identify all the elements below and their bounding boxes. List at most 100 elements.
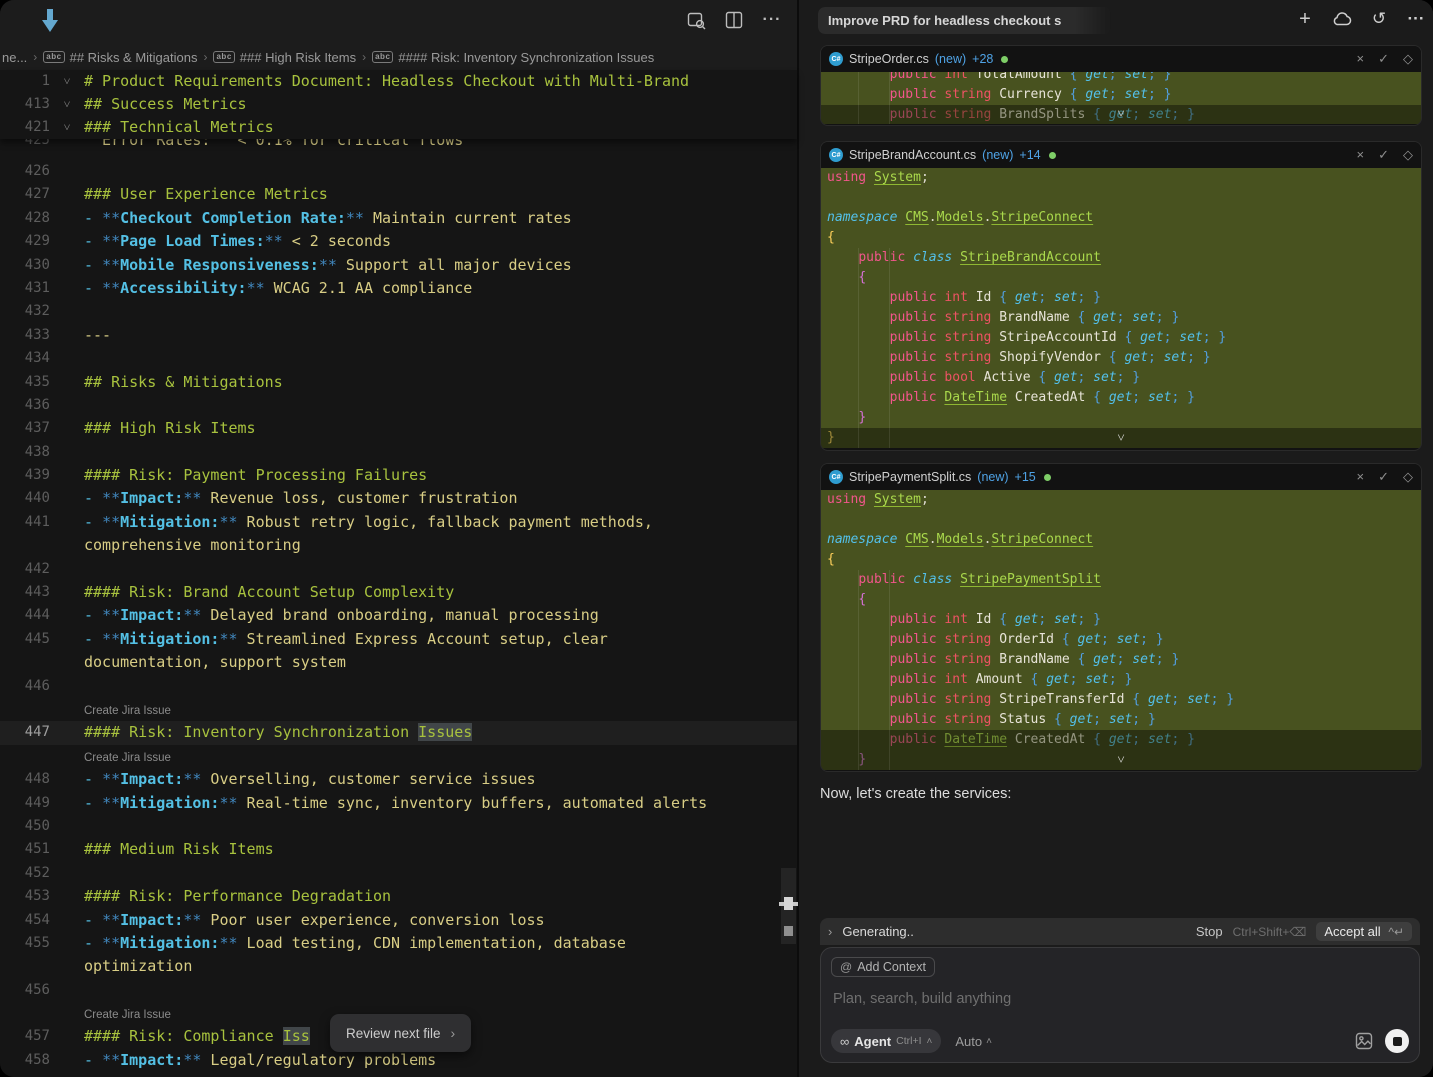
breadcrumb[interactable]: ne... › abc## Risks & Mitigations › abc### H…	[0, 44, 799, 70]
fold-gutter	[50, 721, 84, 744]
line-number: 430	[0, 254, 50, 277]
history-icon[interactable]: ↺	[1368, 8, 1390, 30]
line-number: 440	[0, 487, 50, 510]
line-number	[0, 534, 50, 557]
breadcrumb-item[interactable]: abc## Risks & Mitigations	[43, 50, 197, 65]
editor-line: 426	[0, 160, 797, 183]
split-editor-icon[interactable]	[723, 9, 745, 31]
stop-shortcut: Ctrl+Shift+⌫	[1233, 925, 1307, 939]
navigate-diff-icon[interactable]: ◇	[1403, 51, 1413, 67]
assistant-message: Now, let's create the services:	[820, 786, 1011, 802]
chat-topbar: Improve PRD for headless checkout s + ↺ …	[799, 0, 1433, 40]
fold-gutter	[50, 581, 84, 604]
model-selector[interactable]: Auto ˄	[955, 1034, 992, 1049]
agent-mode-selector[interactable]: ∞ Agent Ctrl+I ˄	[831, 1029, 941, 1053]
fold-gutter	[50, 815, 84, 838]
attach-image-icon[interactable]	[1355, 1032, 1373, 1050]
chat-input-box[interactable]: @ Add Context Plan, search, build anythi…	[820, 947, 1420, 1063]
expand-diff-icon[interactable]: ˅	[1117, 752, 1124, 770]
breadcrumb-label: ## Risks & Mitigations	[70, 50, 198, 65]
accept-file-icon[interactable]: ✓	[1378, 147, 1389, 163]
chat-input-placeholder[interactable]: Plan, search, build anything	[833, 991, 1011, 1007]
file-name[interactable]: StripeBrandAccount.cs	[849, 148, 976, 162]
editor-line: 413˅## Success Metrics	[0, 93, 797, 116]
fold-gutter	[50, 792, 84, 815]
code-line: public int Id { get; set; }	[821, 610, 1421, 630]
file-name[interactable]: StripeOrder.cs	[849, 52, 929, 66]
chevron-up-icon: ˄	[986, 1036, 992, 1047]
infinity-icon: ∞	[840, 1034, 849, 1049]
fold-chevron-icon[interactable]: ˅	[50, 70, 84, 93]
fold-gutter	[50, 1002, 84, 1025]
chat-more-icon[interactable]: ···	[1405, 8, 1427, 30]
breadcrumb-label: #### Risk: Inventory Synchronization Iss…	[398, 50, 654, 65]
diff-card-StripePaymentSplit.cs: C#StripePaymentSplit.cs(new)+15×✓◇using …	[820, 463, 1422, 772]
sticky-scroll-headers[interactable]: 1˅# Product Requirements Document: Headl…	[0, 70, 797, 139]
code-line: public class StripeBrandAccount	[821, 248, 1421, 268]
stop-square-icon	[1393, 1037, 1402, 1046]
line-number: 455	[0, 932, 50, 955]
fold-gutter	[50, 441, 84, 464]
stop-generation-button[interactable]	[1385, 1029, 1409, 1053]
codelens-row[interactable]: Create Jira Issue	[0, 698, 797, 721]
new-file-badge: (new)	[982, 148, 1013, 162]
breadcrumb-item[interactable]: abc#### Risk: Inventory Synchronization …	[372, 50, 654, 65]
code-line: public string Status { get; set; }	[821, 710, 1421, 730]
navigate-diff-icon[interactable]: ◇	[1403, 147, 1413, 163]
editor-line: 445- **Mitigation:** Streamlined Express…	[0, 628, 797, 651]
diff-code-body[interactable]: using System;namespace CMS.Models.Stripe…	[821, 490, 1421, 770]
fold-chevron-icon[interactable]: ˅	[50, 116, 84, 139]
navigate-diff-icon[interactable]: ◇	[1403, 469, 1413, 485]
line-number	[0, 698, 50, 721]
accept-all-button[interactable]: Accept all ^↵	[1316, 922, 1412, 941]
codelens-row[interactable]: Create Jira Issue	[0, 745, 797, 768]
expand-diff-icon[interactable]: ˅	[1117, 430, 1124, 448]
scrollbar-knob[interactable]	[784, 897, 793, 910]
fold-gutter	[50, 955, 84, 978]
editor-line: 435## Risks & Mitigations	[0, 371, 797, 394]
line-number	[0, 651, 50, 674]
generating-label: Generating..	[842, 924, 914, 939]
added-lines-count: +14	[1019, 148, 1040, 162]
chevron-right-icon: ›	[451, 1025, 456, 1041]
open-preview-icon[interactable]	[685, 9, 707, 31]
breadcrumb-separator: ›	[203, 50, 207, 64]
expand-status-icon[interactable]: ›	[828, 924, 832, 939]
reject-file-icon[interactable]: ×	[1357, 147, 1365, 163]
line-number: 444	[0, 604, 50, 627]
chat-tab-title[interactable]: Improve PRD for headless checkout s	[818, 7, 1111, 34]
accept-all-label: Accept all	[1324, 924, 1380, 939]
editor-line: 434	[0, 347, 797, 370]
editor-code-area[interactable]: 425 Error Rates: < 0.1% for critical flo…	[0, 70, 797, 1077]
breadcrumb-separator: ›	[362, 50, 366, 64]
diff-code-body[interactable]: using System;namespace CMS.Models.Stripe…	[821, 168, 1421, 448]
review-next-file-button[interactable]: Review next file ›	[330, 1014, 471, 1052]
more-actions-icon[interactable]: ···	[761, 9, 783, 31]
csharp-file-icon: C#	[829, 148, 843, 162]
accept-file-icon[interactable]: ✓	[1378, 51, 1389, 67]
breadcrumb-item[interactable]: ne...	[2, 50, 27, 65]
expand-diff-icon[interactable]: ˅	[1117, 106, 1124, 124]
cloud-icon[interactable]	[1331, 8, 1353, 30]
stop-button[interactable]: Stop	[1196, 924, 1223, 939]
code-line: namespace CMS.Models.StripeConnect	[821, 530, 1421, 550]
reject-file-icon[interactable]: ×	[1357, 51, 1365, 67]
blue-down-arrow-icon[interactable]	[38, 8, 62, 34]
diff-code-body[interactable]: public int TotalAmount { get; set; } pub…	[821, 72, 1421, 124]
code-line: public string BrandName { get; set; }	[821, 308, 1421, 328]
editor-scrollbar[interactable]	[781, 868, 796, 944]
fold-chevron-icon[interactable]: ˅	[50, 93, 84, 116]
add-context-chip[interactable]: @ Add Context	[831, 957, 935, 977]
accept-file-icon[interactable]: ✓	[1378, 469, 1389, 485]
fold-gutter	[50, 207, 84, 230]
code-line: public int TotalAmount { get; set; }	[821, 72, 1421, 85]
breadcrumb-item[interactable]: abc### High Risk Items	[213, 50, 356, 65]
reject-file-icon[interactable]: ×	[1357, 469, 1365, 485]
code-line: {	[821, 268, 1421, 288]
fold-gutter	[50, 909, 84, 932]
indent-guide	[858, 570, 859, 770]
chat-pane: Improve PRD for headless checkout s + ↺ …	[797, 0, 1433, 1077]
file-name[interactable]: StripePaymentSplit.cs	[849, 470, 971, 484]
editor-line: 443#### Risk: Brand Account Setup Comple…	[0, 581, 797, 604]
new-chat-icon[interactable]: +	[1294, 8, 1316, 30]
